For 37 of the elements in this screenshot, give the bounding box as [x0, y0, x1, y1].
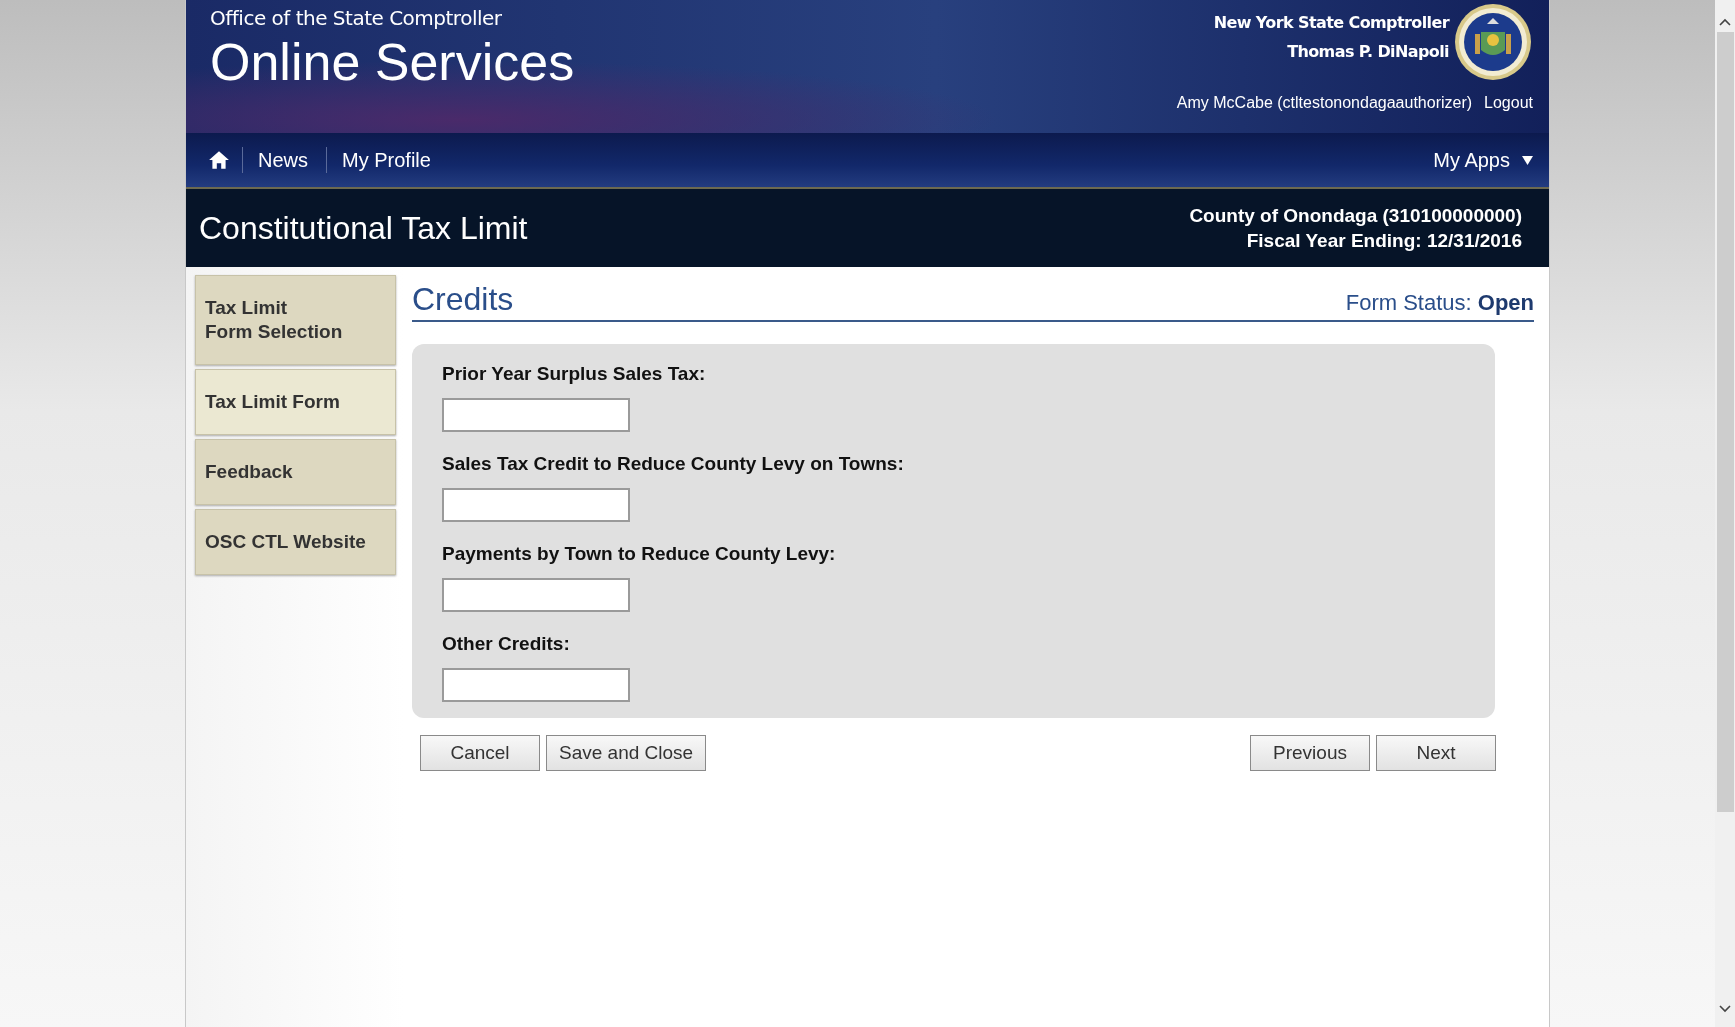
sidebar-item[interactable]: Tax Limit Form Selection — [195, 275, 396, 365]
scroll-down-icon[interactable] — [1719, 1005, 1731, 1013]
input-field[interactable] — [442, 398, 630, 432]
scrollbar-thumb[interactable] — [1716, 32, 1734, 812]
sidebar-item[interactable]: OSC CTL Website — [195, 509, 396, 575]
office-name: Office of the State Comptroller — [210, 6, 503, 30]
field-label: Sales Tax Credit to Reduce County Levy on Towns: — [442, 453, 904, 475]
official-name: New York State Comptroller — [1213, 12, 1449, 34]
input-field[interactable] — [442, 488, 630, 522]
home-icon[interactable] — [208, 150, 230, 170]
app-title: Constitutional Tax Limit — [199, 209, 528, 247]
seal-icon — [1453, 2, 1533, 82]
site-title: Online Services — [210, 32, 575, 92]
apps-menu[interactable]: My Apps — [1433, 148, 1533, 172]
input-field[interactable] — [442, 668, 630, 702]
scrollbar[interactable] — [1715, 0, 1735, 1027]
scroll-up-icon[interactable] — [1719, 18, 1731, 26]
nav-link[interactable]: My Profile — [342, 148, 431, 172]
caret-icon — [1522, 155, 1533, 165]
page-heading: Credits — [412, 281, 514, 318]
field-label: Prior Year Surplus Sales Tax: — [442, 363, 706, 385]
official-name: Thomas P. DiNapoli — [1286, 41, 1449, 63]
sidebar-item[interactable]: Tax Limit Form — [195, 369, 396, 435]
nav-button[interactable]: Next — [1376, 735, 1496, 771]
form-button[interactable]: Cancel — [420, 735, 540, 771]
form-status: Form Status: Open — [1345, 290, 1534, 317]
entity-name: County of Onondaga (310100000000) — [1189, 204, 1522, 228]
sidebar-item[interactable]: Feedback — [195, 439, 396, 505]
nav-button[interactable]: Previous — [1250, 735, 1370, 771]
field-label: Other Credits: — [442, 633, 570, 655]
fiscal-year: Fiscal Year Ending: 12/31/2016 — [1245, 229, 1522, 253]
form-button[interactable]: Save and Close — [546, 735, 707, 771]
user-name: Amy McCabe (ctltestonondagaauthorizer) — [1176, 94, 1473, 112]
field-label: Payments by Town to Reduce County Levy: — [442, 543, 836, 565]
nav-link[interactable]: News — [258, 148, 308, 172]
input-field[interactable] — [442, 578, 630, 612]
logout-link[interactable]: Logout — [1484, 94, 1533, 112]
